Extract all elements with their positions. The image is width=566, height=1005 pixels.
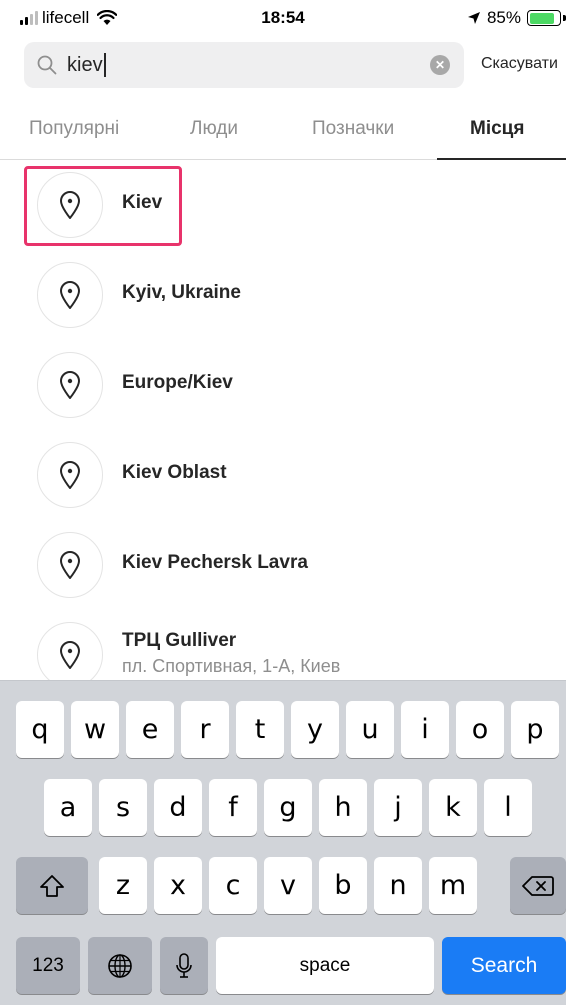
list-item[interactable]: Kiev Oblast <box>0 430 566 520</box>
battery-icon <box>527 10 561 26</box>
result-name: Europe/Kiev <box>122 372 233 393</box>
key-e[interactable]: e <box>126 701 174 758</box>
tab-popular[interactable]: Популярні <box>29 118 119 140</box>
backspace-icon <box>522 875 554 896</box>
key-r[interactable]: r <box>181 701 229 758</box>
keyboard: q w e r t y u i o p a s d f g h j k l z … <box>0 680 566 1005</box>
result-address: пл. Спортивная, 1-А, Киев <box>122 656 341 676</box>
list-item[interactable]: Kyiv, Ukraine <box>0 250 566 340</box>
key-f[interactable]: f <box>209 779 257 836</box>
key-g[interactable]: g <box>264 779 312 836</box>
key-j[interactable]: j <box>374 779 422 836</box>
key-o[interactable]: o <box>456 701 504 758</box>
numbers-key[interactable]: 123 <box>16 937 80 994</box>
microphone-key[interactable] <box>160 937 208 994</box>
key-k[interactable]: k <box>429 779 477 836</box>
cancel-button[interactable]: Скасувати <box>481 55 558 73</box>
tab-places[interactable]: Місця <box>470 118 524 140</box>
globe-key[interactable] <box>88 937 152 994</box>
key-w[interactable]: w <box>71 701 119 758</box>
location-arrow-icon <box>467 12 480 24</box>
tab-people[interactable]: Люди <box>190 118 238 140</box>
globe-icon <box>108 953 132 978</box>
key-s[interactable]: s <box>99 779 147 836</box>
list-item[interactable]: Kiev Pechersk Lavra <box>0 520 566 610</box>
key-z[interactable]: z <box>99 857 147 914</box>
list-item[interactable]: Europe/Kiev <box>0 340 566 430</box>
clear-search-icon[interactable]: ✕ <box>430 55 450 75</box>
battery-percent: 85% <box>486 8 521 27</box>
search-query: kiev <box>67 53 103 76</box>
key-i[interactable]: i <box>401 701 449 758</box>
backspace-key[interactable] <box>510 857 566 914</box>
key-b[interactable]: b <box>319 857 367 914</box>
text-caret <box>103 53 106 77</box>
key-n[interactable]: n <box>374 857 422 914</box>
key-v[interactable]: v <box>264 857 312 914</box>
list-item[interactable]: ТРЦ Gulliver пл. Спортивная, 1-А, Киев <box>0 610 566 680</box>
location-pin-icon <box>37 352 103 418</box>
search-row: kiev ✕ Скасувати <box>0 42 566 90</box>
microphone-icon <box>176 952 192 978</box>
highlight-box <box>24 166 182 246</box>
search-tabs: Популярні Люди Позначки Місця <box>0 98 566 160</box>
shift-key[interactable] <box>16 857 88 914</box>
search-input[interactable]: kiev ✕ <box>24 42 464 88</box>
key-a[interactable]: a <box>44 779 92 836</box>
result-name: Kiev Pechersk Lavra <box>122 552 308 573</box>
space-key[interactable]: space <box>216 937 434 994</box>
shift-icon <box>40 874 64 897</box>
search-icon <box>37 55 57 75</box>
results-list: Kiev Kyiv, Ukraine Europe/Kiev Kiev Obla… <box>0 160 566 680</box>
key-d[interactable]: d <box>154 779 202 836</box>
key-c[interactable]: c <box>209 857 257 914</box>
key-l[interactable]: l <box>484 779 532 836</box>
key-x[interactable]: x <box>154 857 202 914</box>
location-pin-icon <box>37 442 103 508</box>
location-pin-icon <box>37 622 103 680</box>
key-q[interactable]: q <box>16 701 64 758</box>
key-y[interactable]: y <box>291 701 339 758</box>
list-item[interactable]: Kiev <box>0 160 566 250</box>
key-u[interactable]: u <box>346 701 394 758</box>
key-t[interactable]: t <box>236 701 284 758</box>
result-name: Kyiv, Ukraine <box>122 282 241 303</box>
location-pin-icon <box>37 262 103 328</box>
result-name: Kiev Oblast <box>122 462 227 483</box>
status-right: 85% <box>467 8 566 28</box>
search-key[interactable]: Search <box>442 937 566 994</box>
result-name: ТРЦ Gulliver <box>122 630 237 651</box>
status-bar: lifecell 18:54 85% <box>0 0 566 38</box>
key-h[interactable]: h <box>319 779 367 836</box>
key-p[interactable]: p <box>511 701 559 758</box>
location-pin-icon <box>37 532 103 598</box>
key-m[interactable]: m <box>429 857 477 914</box>
tab-tags[interactable]: Позначки <box>312 118 394 140</box>
